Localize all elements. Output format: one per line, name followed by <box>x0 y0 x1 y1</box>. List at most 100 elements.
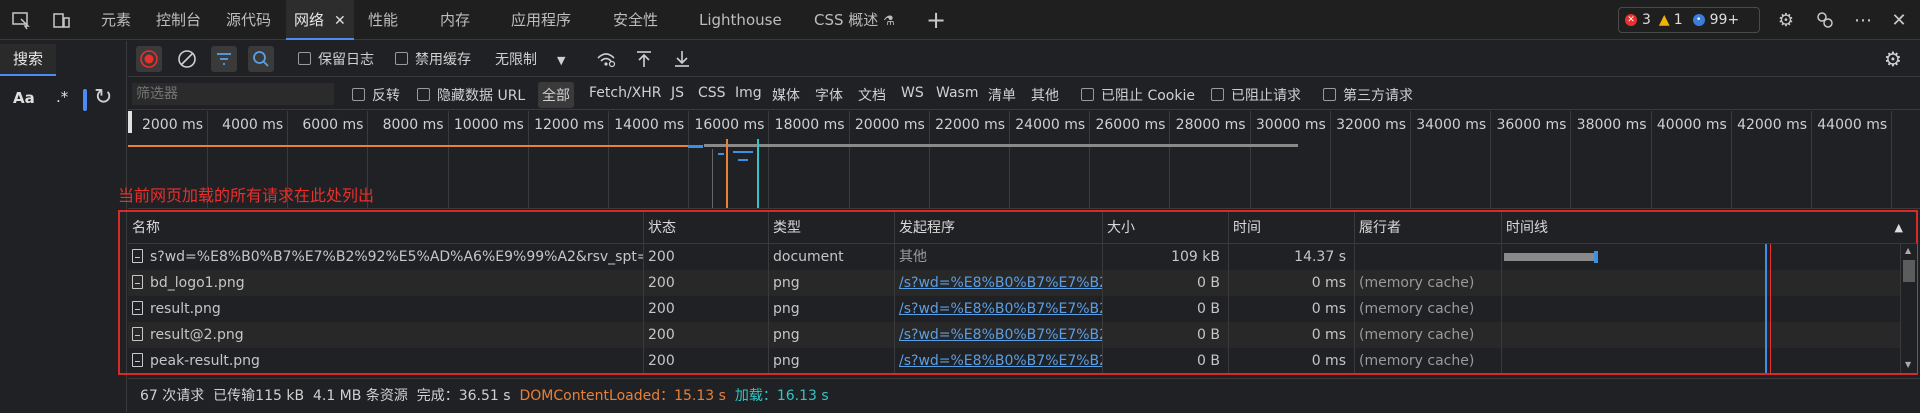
type-filter-js[interactable]: JS <box>671 85 684 101</box>
column-header-type[interactable]: 类型 <box>769 212 895 244</box>
search-input-cursor[interactable] <box>83 89 87 111</box>
blocked-requests-checkbox[interactable] <box>1211 88 1224 101</box>
tab-lighthouse[interactable]: Lighthouse <box>699 0 782 40</box>
cell-type: png <box>769 348 895 373</box>
type-filter-other[interactable]: 其他 <box>1031 85 1059 105</box>
tab-security[interactable]: 安全性 <box>613 0 658 40</box>
record-button[interactable] <box>136 46 162 72</box>
search-panel-tab[interactable]: 搜索 <box>0 44 56 76</box>
throttling-select[interactable]: 无限制 ▼ <box>495 49 565 69</box>
overview-load-marker <box>757 139 759 208</box>
request-name: peak-result.png <box>150 353 260 369</box>
tab-network[interactable]: 网络 ✕ <box>286 0 354 40</box>
network-settings-gear-icon[interactable]: ⚙ <box>1880 46 1906 72</box>
column-header-time[interactable]: 时间 <box>1229 212 1355 244</box>
regex-toggle[interactable]: .* <box>56 88 68 106</box>
disable-cache-checkbox[interactable] <box>395 52 408 65</box>
type-filter-font[interactable]: 字体 <box>815 85 843 105</box>
overview-tick-label: 4000 ms <box>222 117 284 133</box>
request-count: 67 次请求 <box>140 388 205 404</box>
column-header-size[interactable]: 大小 <box>1103 212 1229 244</box>
tab-elements[interactable]: 元素 <box>101 0 131 40</box>
tab-performance[interactable]: 性能 <box>368 0 398 40</box>
tab-sources[interactable]: 源代码 <box>226 0 271 40</box>
close-tab-icon[interactable]: ✕ <box>334 13 346 29</box>
type-filter-css[interactable]: CSS <box>698 85 726 101</box>
overview-tick-line <box>1410 111 1411 208</box>
tab-application[interactable]: 应用程序 <box>511 0 571 40</box>
tab-console[interactable]: 控制台 <box>156 0 201 40</box>
invert-checkbox[interactable] <box>352 88 365 101</box>
network-conditions-icon[interactable] <box>593 46 619 72</box>
more-options-icon[interactable]: ⋯ <box>1852 9 1874 31</box>
overview-tick-label: 36000 ms <box>1496 117 1567 133</box>
preserve-log-checkbox[interactable] <box>298 52 311 65</box>
type-filter-media[interactable]: 媒体 <box>772 85 800 105</box>
overview-tick-line <box>1009 111 1010 208</box>
match-case-toggle[interactable]: Aa <box>13 89 35 107</box>
file-icon <box>132 327 143 341</box>
column-header-waterfall[interactable]: 时间线 ▲ <box>1502 212 1917 244</box>
scroll-down-icon[interactable]: ▼ <box>1905 360 1911 369</box>
table-row[interactable]: peak-result.png 200 png/s?wd=%E8%B0%B7%E7%… <box>128 348 1917 373</box>
overview-tick-line <box>768 111 770 208</box>
column-header-name[interactable]: 名称 <box>128 212 644 244</box>
cell-waterfall <box>1502 270 1901 296</box>
blocked-cookies-checkbox[interactable] <box>1081 88 1094 101</box>
scroll-up-icon[interactable]: ▲ <box>1905 246 1911 255</box>
close-devtools-icon[interactable]: ✕ <box>1888 9 1910 31</box>
cell-initiator[interactable]: /s?wd=%E8%B0%B7%E7%B2%92%... <box>895 296 1103 322</box>
filter-input[interactable] <box>132 83 334 105</box>
type-filter-manifest[interactable]: 清单 <box>988 85 1016 105</box>
tab-memory[interactable]: 内存 <box>440 0 470 40</box>
preserve-log-label: 保留日志 <box>318 52 374 68</box>
cell-name: result.png <box>128 296 644 322</box>
table-row[interactable]: result@2.png 200png/s?wd=%E8%B0%B7%E7%B2%… <box>128 322 1917 348</box>
column-header-status[interactable]: 状态 <box>644 212 769 244</box>
type-filter-wasm[interactable]: Wasm <box>936 85 978 101</box>
table-row[interactable]: bd_logo1.png 200png/s?wd=%E8%B0%B7%E7%B2%… <box>128 270 1917 296</box>
hide-data-url-checkbox[interactable] <box>417 88 430 101</box>
overview-waiting-bar <box>704 144 1298 147</box>
overview-tick-label: 30000 ms <box>1255 117 1326 133</box>
more-tabs-plus-icon[interactable]: + <box>925 6 947 34</box>
overview-tick-line <box>1811 111 1812 208</box>
table-row[interactable]: s?wd=%E8%B0%B7%E7%B2%92%E5%AD%A6%E9%99%A… <box>128 244 1917 270</box>
overview-tick-label: 12000 ms <box>534 117 604 133</box>
cell-size: 0 B <box>1103 296 1229 322</box>
settings-gear-icon[interactable]: ⚙ <box>1775 9 1797 31</box>
search-icon[interactable] <box>248 46 274 72</box>
customize-devtools-icon[interactable] <box>1814 9 1836 31</box>
tab-css-overview[interactable]: CSS 概述 ⚗ <box>814 0 895 40</box>
type-filter-doc[interactable]: 文档 <box>858 85 886 105</box>
cell-initiator[interactable]: /s?wd=%E8%B0%B7%E7%B2%92%... <box>895 322 1103 348</box>
cell-type: png <box>769 270 895 296</box>
table-row[interactable]: result.png 200png/s?wd=%E8%B0%B7%E7%B2%92… <box>128 296 1917 322</box>
third-party-checkbox[interactable] <box>1323 88 1336 101</box>
clear-icon[interactable] <box>174 46 200 72</box>
export-har-icon[interactable] <box>669 46 695 72</box>
type-filter-all[interactable]: 全部 <box>538 82 574 108</box>
tab-css-overview-label: CSS 概述 <box>814 11 879 29</box>
type-filter-fetch-xhr[interactable]: Fetch/XHR <box>589 85 662 101</box>
refresh-search-icon[interactable]: ↻ <box>94 85 112 110</box>
cell-initiator[interactable]: /s?wd=%E8%B0%B7%E7%B2%92%... <box>895 270 1103 296</box>
scrollbar-thumb[interactable] <box>1903 260 1915 282</box>
device-toolbar-icon[interactable] <box>50 9 72 31</box>
column-header-initiator[interactable]: 发起程序 <box>895 212 1103 244</box>
network-overview-timeline[interactable]: 2000 ms 4000 ms 6000 ms 8000 ms 10000 ms 1200… <box>128 111 1920 209</box>
third-party-label: 第三方请求 <box>1343 88 1413 104</box>
cell-status: 200 <box>644 322 769 348</box>
inspect-element-icon[interactable] <box>10 9 32 31</box>
cell-initiator[interactable]: /s?wd=%E8%B0%B7%E7%B2%92%... <box>895 348 1103 373</box>
cell-waterfall <box>1502 244 1901 270</box>
issues-counter[interactable]: ✕ 3 ▲ 1 • 99+ <box>1618 7 1760 33</box>
column-header-fulfilled-by[interactable]: 履行者 <box>1355 212 1502 244</box>
type-filter-ws[interactable]: WS <box>901 85 924 101</box>
filter-toggle-icon[interactable] <box>211 46 237 72</box>
type-filter-img[interactable]: Img <box>735 85 762 101</box>
table-scrollbar[interactable]: ▲ ▼ <box>1901 244 1917 373</box>
import-har-icon[interactable] <box>631 46 657 72</box>
overview-tick-label: 14000 ms <box>614 117 685 133</box>
warning-count: 1 <box>1673 12 1683 28</box>
